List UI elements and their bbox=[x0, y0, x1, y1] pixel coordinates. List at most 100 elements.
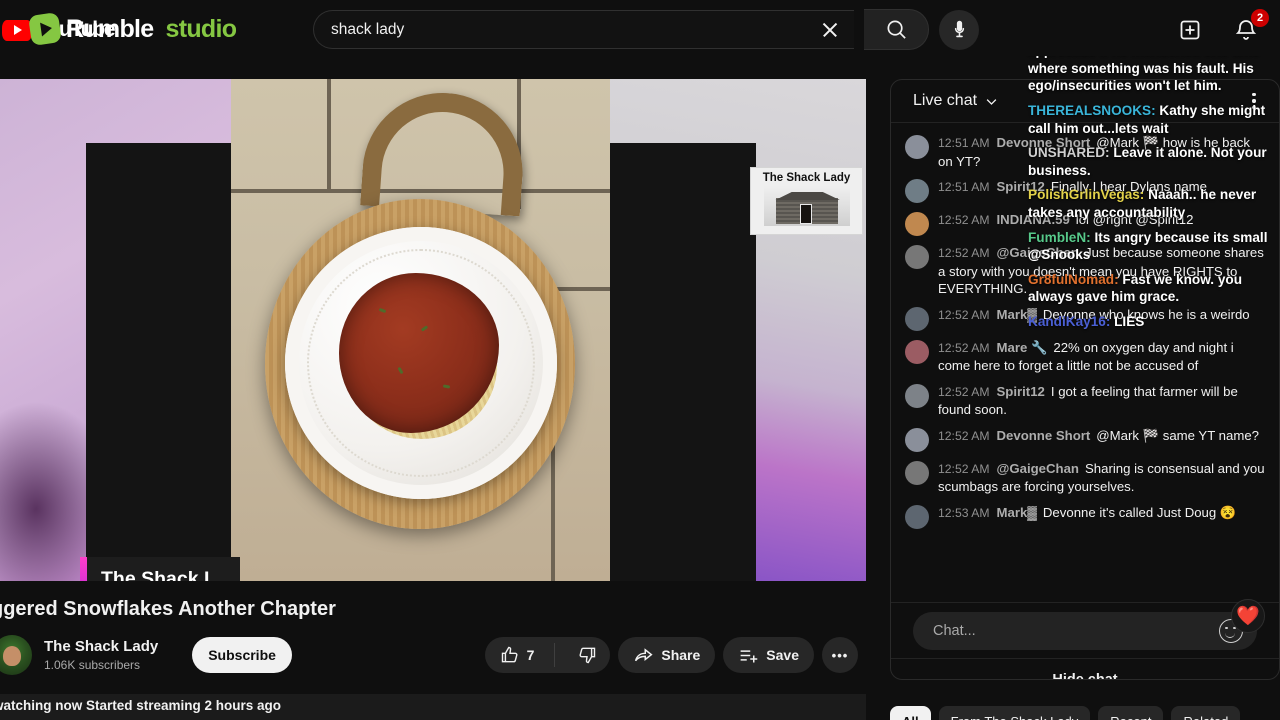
chat-message-timestamp: 12:52 AM bbox=[938, 246, 990, 260]
top-bar: YouTube Rumble studio shack lady 2 bbox=[0, 0, 1280, 56]
chat-message[interactable]: 12:52 AM Spirit12 I got a feeling that far… bbox=[899, 379, 1271, 423]
avatar[interactable] bbox=[905, 179, 929, 203]
chat-message-timestamp: 12:52 AM bbox=[938, 428, 990, 443]
avatar[interactable] bbox=[905, 339, 929, 364]
more-horizontal-icon: ••• bbox=[831, 647, 849, 663]
chat-message-body: 12:52 AM INDIANA.59 lol @right @Spirit12 bbox=[938, 211, 1193, 236]
chat-message-author[interactable]: Spirit12 bbox=[997, 179, 1045, 194]
filter-chip[interactable]: All bbox=[890, 706, 931, 720]
chat-message-timestamp: 12:53 AM bbox=[938, 505, 990, 520]
watching-now-text: watching now Started streaming 2 hours a… bbox=[0, 698, 282, 713]
chat-message[interactable]: 12:52 AM INDIANA.59 lol @right @Spirit12 bbox=[899, 207, 1271, 240]
like-button[interactable]: 7 bbox=[485, 637, 548, 673]
live-chat-label: Live chat bbox=[913, 92, 978, 109]
notification-badge: 2 bbox=[1251, 9, 1269, 27]
chat-message-body: 12:51 AM Spirit12 Finally I hear Dylans na… bbox=[938, 178, 1207, 203]
lower-third-banner: The Shack L bbox=[80, 557, 240, 581]
chat-message[interactable]: 12:52 AM Devonne Short @Mark 🏁 same YT nam… bbox=[899, 423, 1271, 456]
chat-message[interactable]: 12:52 AM Mare 🔧 22% on oxygen day and nigh… bbox=[899, 335, 1271, 379]
avatar[interactable] bbox=[905, 460, 929, 485]
live-chat-panel: Live chat 12:51 AM Devonne Short @Mark 🏁 h… bbox=[890, 79, 1280, 680]
close-icon[interactable] bbox=[818, 18, 842, 42]
dinner-plate bbox=[285, 227, 557, 499]
chat-message-author[interactable]: Mare 🔧 bbox=[997, 340, 1048, 355]
channel-row: The Shack Lady 1.06K subscribers Subscri… bbox=[0, 635, 292, 675]
chat-message-author[interactable]: Spirit12 bbox=[997, 384, 1045, 399]
search-button[interactable] bbox=[864, 9, 929, 50]
logo-stack: YouTube Rumble studio bbox=[0, 8, 300, 48]
avatar[interactable] bbox=[905, 306, 929, 331]
chat-message-list[interactable]: 12:51 AM Devonne Short @Mark 🏁 how is he b… bbox=[891, 124, 1279, 597]
filter-chip[interactable]: From The Shack Lady bbox=[938, 706, 1091, 720]
thumbs-down-icon bbox=[579, 647, 596, 664]
subscribe-button[interactable]: Subscribe bbox=[192, 637, 292, 673]
chat-input[interactable]: Chat... bbox=[913, 611, 1257, 650]
chat-message[interactable]: 12:53 AM Mark▓ Devonne it's called Just Do… bbox=[899, 500, 1271, 533]
chat-input-row: Chat... bbox=[891, 602, 1279, 658]
rumble-studio-logo[interactable]: Rumble studio bbox=[28, 12, 237, 46]
tile-grout bbox=[327, 79, 331, 189]
chat-message[interactable]: 12:52 AM @GaigeChan Sharing is consensual … bbox=[899, 456, 1271, 500]
chat-message-timestamp: 12:52 AM bbox=[938, 384, 990, 399]
avatar[interactable] bbox=[0, 635, 32, 675]
chat-message-author[interactable]: @GaigeChan bbox=[997, 461, 1079, 476]
avatar[interactable] bbox=[905, 427, 929, 452]
chat-message-author[interactable]: Mark▓ bbox=[997, 307, 1037, 322]
video-center-frame bbox=[231, 79, 610, 581]
chat-message[interactable]: 12:51 AM Spirit12 Finally I hear Dylans na… bbox=[899, 174, 1271, 207]
rumble-play-icon bbox=[28, 12, 62, 46]
rumble-logo-text: Rumble bbox=[66, 14, 154, 43]
filter-chip[interactable]: Recent bbox=[1098, 706, 1164, 720]
avatar[interactable] bbox=[905, 212, 929, 236]
share-button[interactable]: Share bbox=[618, 637, 716, 673]
chat-message-timestamp: 12:52 AM bbox=[938, 461, 990, 476]
chat-message-body: 12:52 AM @GaigeChan Just because someone s… bbox=[938, 244, 1267, 298]
chat-message-body: 12:52 AM @GaigeChan Sharing is consensual … bbox=[938, 460, 1267, 496]
lower-third-text: The Shack L bbox=[101, 567, 216, 582]
board-handle bbox=[360, 87, 528, 217]
save-button[interactable]: Save bbox=[723, 637, 814, 673]
hide-chat-button[interactable]: Hide chat bbox=[891, 658, 1279, 679]
search-input-value: shack lady bbox=[331, 20, 405, 38]
page-title: ggered Snowflakes Another Chapter bbox=[0, 598, 336, 620]
chat-message[interactable]: 12:52 AM Mark▓ Devonne who knows he is a w… bbox=[899, 302, 1271, 335]
voice-search-button[interactable] bbox=[939, 9, 979, 50]
chat-message-author[interactable]: INDIANA.59 bbox=[997, 212, 1070, 227]
notifications-button[interactable]: 2 bbox=[1226, 9, 1269, 50]
video-meta: ggered Snowflakes Another Chapter The Sh… bbox=[0, 585, 866, 685]
share-label: Share bbox=[661, 647, 701, 663]
rumble-studio-text: studio bbox=[165, 14, 237, 43]
channel-info[interactable]: The Shack Lady 1.06K subscribers bbox=[44, 637, 158, 673]
dislike-button[interactable] bbox=[562, 637, 610, 673]
chat-message-author[interactable]: @GaigeChan bbox=[997, 245, 1079, 260]
live-chat-header: Live chat bbox=[891, 80, 1279, 123]
chat-message-author[interactable]: Mark▓ bbox=[997, 505, 1037, 520]
search-icon bbox=[886, 20, 906, 39]
chat-message-author[interactable]: Devonne Short bbox=[997, 135, 1091, 150]
chat-message-body: 12:52 AM Spirit12 I got a feeling that far… bbox=[938, 383, 1267, 419]
search-input[interactable]: shack lady bbox=[313, 10, 854, 49]
like-count: 7 bbox=[526, 647, 535, 663]
chat-input-placeholder: Chat... bbox=[933, 622, 976, 639]
create-plus-icon bbox=[1180, 20, 1200, 40]
brand-overlay-title: The Shack Lady bbox=[762, 172, 851, 184]
avatar[interactable] bbox=[905, 245, 929, 269]
channel-name: The Shack Lady bbox=[44, 638, 159, 655]
heart-reaction-button[interactable]: ❤️ bbox=[1231, 599, 1265, 633]
avatar[interactable] bbox=[905, 135, 929, 159]
chat-overflow-menu-button[interactable] bbox=[1243, 90, 1265, 112]
create-button[interactable] bbox=[1170, 10, 1210, 50]
more-actions-button[interactable]: ••• bbox=[822, 637, 858, 673]
chat-message-timestamp: 12:51 AM bbox=[938, 180, 990, 194]
chat-message[interactable]: 12:51 AM Devonne Short @Mark 🏁 how is he b… bbox=[899, 130, 1271, 174]
live-chat-dropdown[interactable]: Live chat bbox=[913, 92, 999, 110]
avatar[interactable] bbox=[905, 504, 929, 529]
chat-message-author[interactable]: Devonne Short bbox=[997, 428, 1091, 443]
chat-message[interactable]: 12:52 AM @GaigeChan Just because someone s… bbox=[899, 240, 1271, 302]
filter-chip[interactable]: Related bbox=[1171, 706, 1241, 720]
youtube-play-icon bbox=[2, 19, 32, 41]
avatar[interactable] bbox=[905, 383, 929, 408]
filter-chip-bar: All From The Shack Lady Recent Related bbox=[890, 706, 1241, 720]
video-player[interactable]: The Shack Lady The Shack L THE SHACK LAD… bbox=[0, 79, 866, 581]
chat-message-body: 12:52 AM Mare 🔧 22% on oxygen day and nigh… bbox=[938, 339, 1267, 375]
